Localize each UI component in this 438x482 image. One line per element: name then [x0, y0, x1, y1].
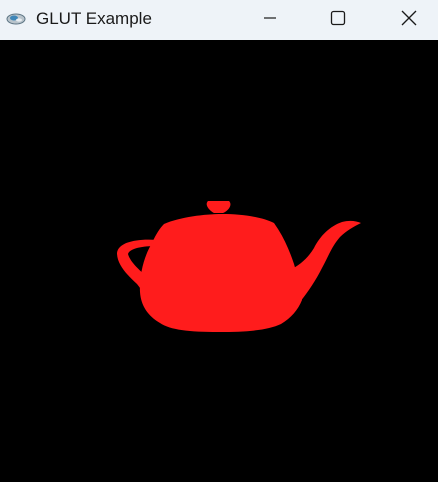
maximize-icon	[330, 10, 346, 31]
teapot-render	[0, 40, 438, 482]
minimize-icon	[263, 11, 277, 30]
close-button[interactable]	[386, 0, 432, 40]
title-bar[interactable]: GLUT Example	[0, 0, 438, 40]
glut-window: GLUT Example	[0, 0, 438, 482]
glut-app-icon[interactable]	[6, 10, 26, 26]
window-title: GLUT Example	[36, 9, 152, 28]
minimize-button[interactable]	[247, 0, 293, 40]
opengl-canvas[interactable]	[0, 40, 438, 482]
teapot-body	[139, 214, 302, 332]
maximize-button[interactable]	[315, 0, 361, 40]
close-icon	[401, 10, 417, 31]
